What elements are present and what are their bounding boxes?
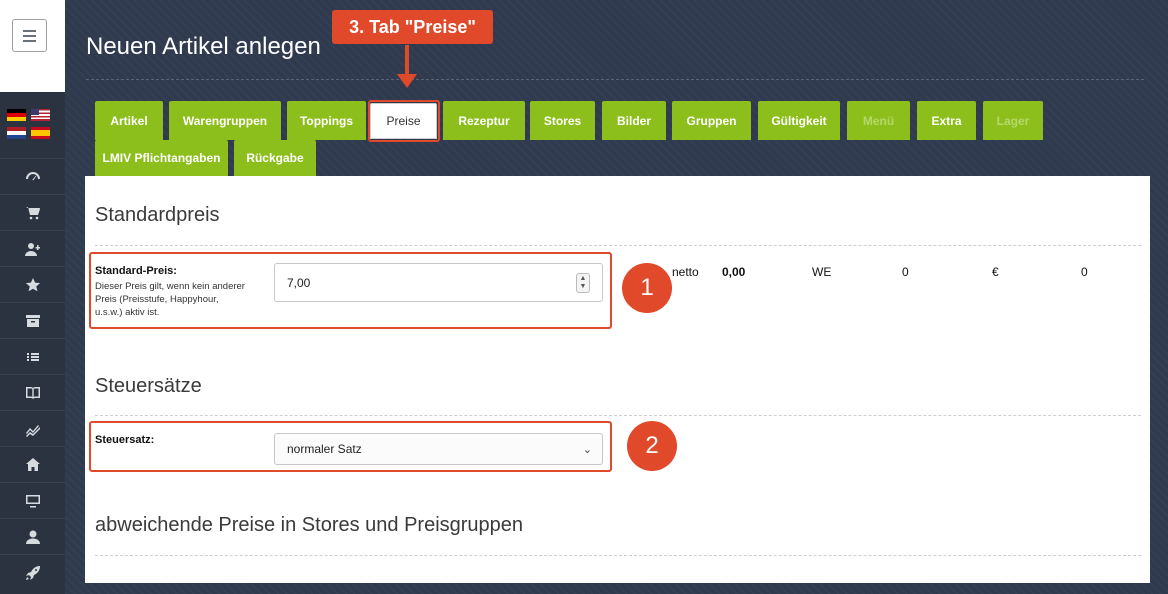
sidebar-item-archive[interactable] — [0, 302, 65, 338]
number-spinner[interactable]: ▲ ▼ — [576, 273, 590, 293]
tab-artikel[interactable]: Artikel — [95, 101, 163, 140]
sidebar — [0, 0, 65, 594]
home-icon — [25, 457, 40, 471]
dashboard-icon — [25, 171, 40, 180]
section-divider — [95, 555, 1141, 556]
logo-area — [0, 0, 65, 92]
netto-value: 0,00 — [722, 265, 746, 279]
annotation-arrow-shaft — [405, 45, 409, 75]
tab-rezeptur[interactable]: Rezeptur — [443, 101, 525, 140]
unit-value: WE — [812, 265, 832, 279]
tab-rueckgabe[interactable]: Rückgabe — [234, 140, 316, 176]
tab-menue: Menü — [847, 101, 910, 140]
standard-price-label: Standard-Preis: — [95, 265, 177, 277]
currency-value: € — [992, 265, 999, 279]
sidebar-item-list[interactable] — [0, 338, 65, 374]
sidebar-item-add-user[interactable] — [0, 230, 65, 266]
standard-price-value: 7,00 — [287, 275, 311, 290]
book-icon — [25, 386, 40, 399]
sidebar-item-statistics[interactable] — [0, 410, 65, 446]
section-divider — [95, 245, 1141, 246]
section-divider — [95, 415, 1141, 416]
annotation-arrow-head-icon — [397, 74, 417, 88]
sidebar-item-launch[interactable] — [0, 554, 65, 590]
tab-gruppen[interactable]: Gruppen — [672, 101, 751, 140]
user-icon — [25, 530, 40, 544]
add-user-icon — [24, 242, 40, 256]
tab-lager: Lager — [983, 101, 1043, 140]
sidebar-item-cart[interactable] — [0, 194, 65, 230]
tab-lmiv-pflichtangaben[interactable]: LMIV Pflichtangaben — [95, 140, 228, 176]
section-heading-steuersaetze: Steuersätze — [95, 375, 202, 397]
flag-de-icon[interactable] — [7, 109, 26, 121]
spin-down-icon[interactable]: ▼ — [580, 283, 587, 291]
language-flags — [7, 109, 53, 143]
spin-up-icon[interactable]: ▲ — [580, 275, 587, 283]
sidebar-item-user[interactable] — [0, 518, 65, 554]
sidebar-item-favorites[interactable] — [0, 266, 65, 302]
cart-icon — [25, 206, 40, 219]
tab-bilder[interactable]: Bilder — [602, 101, 666, 140]
monitor-icon — [25, 494, 40, 507]
sidebar-item-dashboard[interactable] — [0, 158, 65, 194]
hamburger-menu-button[interactable] — [12, 19, 47, 52]
netto-label: netto — [672, 265, 699, 279]
tab-warengruppen[interactable]: Warengruppen — [169, 101, 281, 140]
archive-icon — [25, 314, 40, 327]
tab-extra[interactable]: Extra — [917, 101, 976, 140]
star-icon — [25, 277, 40, 291]
rocket-icon — [25, 565, 40, 580]
step-annotation-label: 3. Tab "Preise" — [332, 10, 493, 44]
column-b-value: 0 — [1081, 265, 1088, 279]
tab-gueltigkeit[interactable]: Gültigkeit — [758, 101, 840, 140]
preise-tab-highlight — [368, 100, 440, 142]
tab-stores[interactable]: Stores — [530, 101, 595, 140]
sidebar-item-book[interactable] — [0, 374, 65, 410]
column-a-value: 0 — [902, 265, 909, 279]
step-badge-2: 2 — [627, 421, 677, 471]
chevron-down-icon: ⌄ — [582, 444, 592, 456]
sidebar-item-display[interactable] — [0, 482, 65, 518]
section-heading-standardpreis: Standardpreis — [95, 204, 220, 226]
tax-rate-label: Steuersatz: — [95, 434, 155, 446]
section-heading-abweichende-preise: abweichende Preise in Stores und Preisgr… — [95, 514, 524, 536]
title-divider — [86, 79, 1144, 80]
page-title: Neuen Artikel anlegen — [86, 33, 321, 60]
chart-icon — [25, 424, 40, 437]
flag-us-icon[interactable] — [31, 109, 50, 121]
tax-rate-selected-value: normaler Satz — [287, 442, 362, 456]
tab-toppings[interactable]: Toppings — [287, 101, 366, 140]
list-icon — [26, 352, 39, 361]
step-badge-1: 1 — [622, 263, 672, 313]
tax-rate-select[interactable]: normaler Satz ⌄ — [274, 433, 603, 465]
standard-price-help-text: Dieser Preis gilt, wenn kein anderer Pre… — [95, 281, 245, 318]
standard-price-input[interactable]: 7,00 ▲ ▼ — [274, 263, 603, 302]
flag-es-icon[interactable] — [31, 127, 50, 139]
flag-nl-icon[interactable] — [7, 127, 26, 139]
sidebar-item-home[interactable] — [0, 446, 65, 482]
